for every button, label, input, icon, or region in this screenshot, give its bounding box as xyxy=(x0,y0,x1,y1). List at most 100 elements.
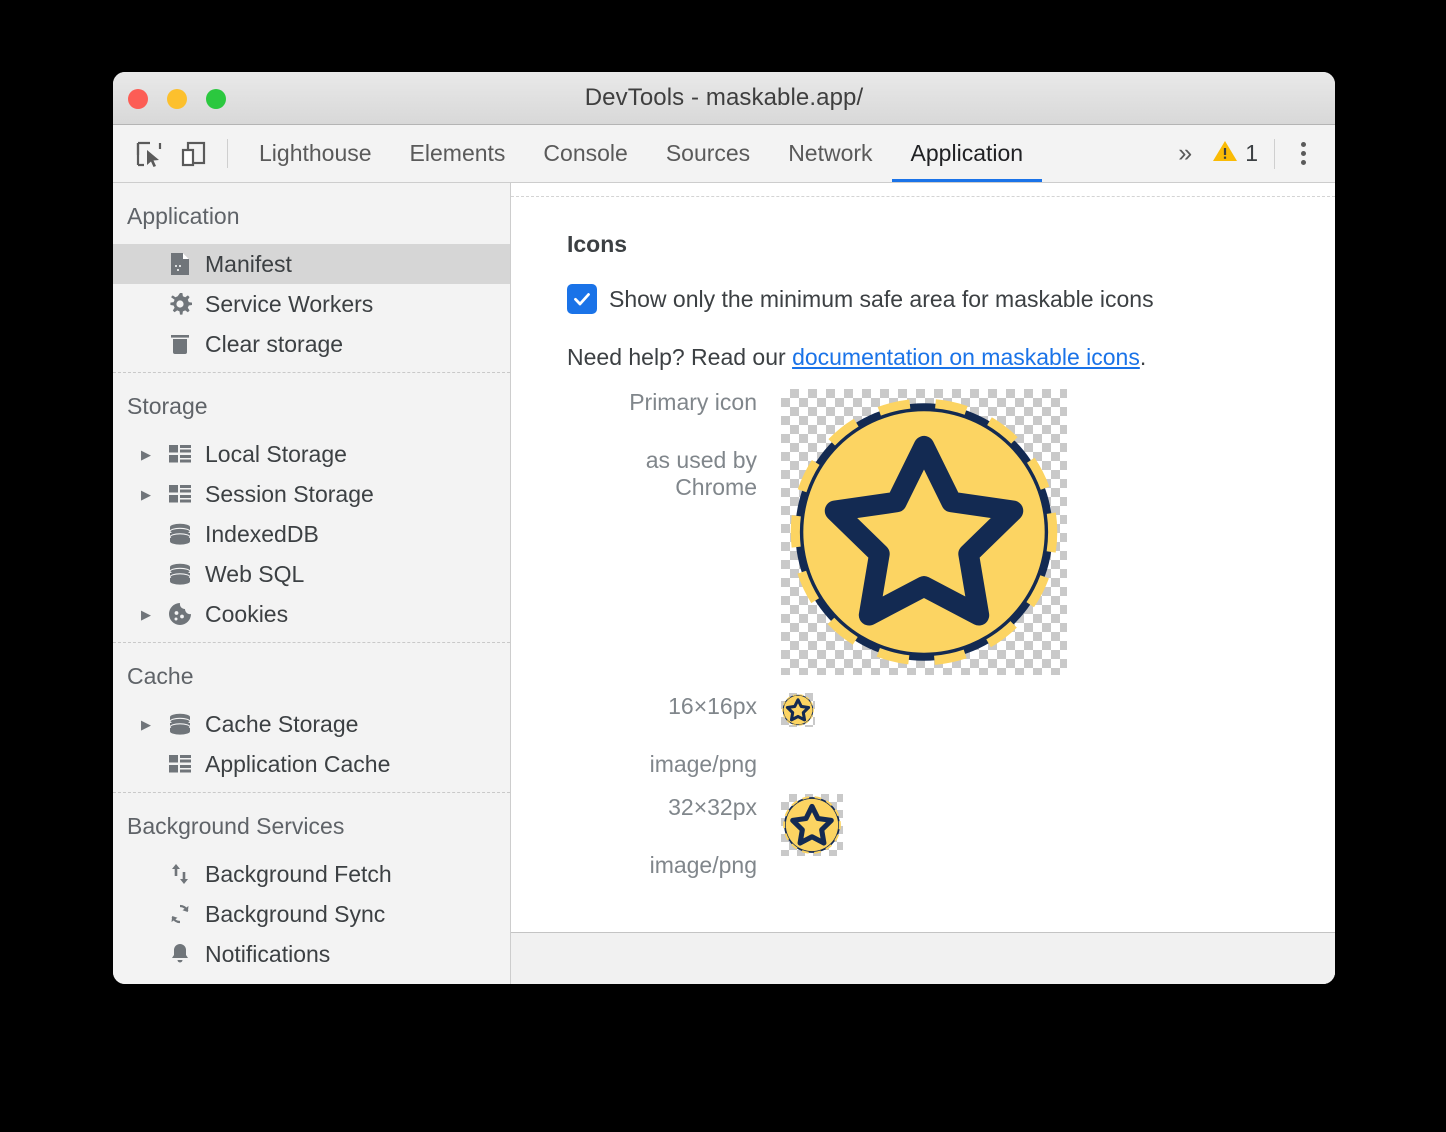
transparency-checkerboard xyxy=(781,693,815,727)
sidebar-item-manifest[interactable]: ▶ Manifest xyxy=(113,244,510,284)
sidebar-item-cache-storage[interactable]: ▶ Cache Stora xyxy=(113,704,510,744)
sidebar-section-storage: Storage ▶ xyxy=(113,373,510,642)
primary-icon-label-line1: Primary icon xyxy=(567,389,757,416)
sidebar-item-label: Background Fetch xyxy=(205,861,392,888)
transparency-checkerboard xyxy=(781,389,1067,675)
sidebar-item-label: Web SQL xyxy=(205,561,304,588)
sidebar-item-cookies[interactable]: ▶ Cookies xyxy=(113,594,510,634)
sync-icon xyxy=(167,902,193,926)
inspect-element-icon[interactable] xyxy=(127,125,171,182)
sidebar-item-background-sync[interactable]: ▶ Background Sync xyxy=(113,894,510,934)
close-window-button[interactable] xyxy=(128,89,148,109)
minimize-window-button[interactable] xyxy=(167,89,187,109)
check-icon xyxy=(572,289,592,309)
icon-16-preview xyxy=(781,693,815,727)
maskable-safe-area-label: Show only the minimum safe area for mask… xyxy=(609,286,1154,313)
warning-badge[interactable]: 1 xyxy=(1206,138,1268,169)
sidebar-item-label: Manifest xyxy=(205,251,292,278)
sidebar-item-application-cache[interactable]: ▶ Application Cache xyxy=(113,744,510,784)
updown-arrows-icon xyxy=(167,862,193,886)
bell-icon xyxy=(167,942,193,966)
window-titlebar: DevTools - maskable.app/ xyxy=(113,72,1335,125)
sidebar-header-application: Application xyxy=(113,183,510,244)
database-icon xyxy=(167,713,193,735)
warning-count: 1 xyxy=(1245,140,1258,167)
tab-elements[interactable]: Elements xyxy=(391,125,525,182)
sidebar-item-label: Background Sync xyxy=(205,901,385,928)
expand-arrow-icon[interactable]: ▶ xyxy=(141,448,155,461)
sidebar-item-label: Service Workers xyxy=(205,291,373,318)
expand-arrow-icon[interactable]: ▶ xyxy=(141,718,155,731)
sidebar-item-background-fetch[interactable]: ▶ Background Fetch xyxy=(113,854,510,894)
manifest-panel: Icons Show only the minimum safe area fo… xyxy=(511,183,1335,984)
page-title: Icons xyxy=(567,231,1335,258)
maskable-safe-area-checkbox-row[interactable]: Show only the minimum safe area for mask… xyxy=(567,284,1335,314)
maskable-safe-area-checkbox[interactable] xyxy=(567,284,597,314)
expand-arrow-icon[interactable]: ▶ xyxy=(141,488,155,501)
sidebar-item-label: Session Storage xyxy=(205,481,374,508)
sidebar-item-label: IndexedDB xyxy=(205,521,319,548)
tab-application[interactable]: Application xyxy=(892,125,1043,182)
gear-icon xyxy=(167,292,193,316)
primary-icon-row: Primary icon as used by Chrome xyxy=(567,389,1335,675)
tab-console[interactable]: Console xyxy=(524,125,646,182)
icon-32-mime: image/png xyxy=(567,852,757,879)
icon-32-row: 32×32px image/png xyxy=(567,794,1335,879)
sidebar-item-local-storage[interactable]: ▶ Local Storage xyxy=(113,434,510,474)
sidebar-section-application: Application ▶ Manifest xyxy=(113,183,510,372)
sidebar-section-cache: Cache ▶ xyxy=(113,643,510,792)
cookie-icon xyxy=(167,602,193,626)
transparency-checkerboard xyxy=(781,794,843,856)
maximize-window-button[interactable] xyxy=(206,89,226,109)
sidebar-item-clear-storage[interactable]: ▶ Clear storage xyxy=(113,324,510,364)
help-text: Need help? Read our documentation on mas… xyxy=(567,344,1335,371)
screenshot-root: DevTools - maskable.app/ Lighthouse xyxy=(0,0,1446,1132)
maskable-docs-link[interactable]: documentation on maskable icons xyxy=(792,344,1140,370)
tab-sources[interactable]: Sources xyxy=(647,125,769,182)
document-icon xyxy=(167,252,193,276)
sidebar-item-label: Clear storage xyxy=(205,331,343,358)
sidebar-item-session-storage[interactable]: ▶ Session Storage xyxy=(113,474,510,514)
maskable-star-icon xyxy=(781,389,1067,675)
icon-16-labels: 16×16px image/png xyxy=(567,693,781,778)
application-sidebar: Application ▶ Manifest xyxy=(113,183,511,984)
sidebar-item-notifications[interactable]: ▶ Notifications xyxy=(113,934,510,974)
device-toolbar-icon[interactable] xyxy=(171,125,215,182)
icon-16-size: 16×16px xyxy=(567,693,757,720)
panel-top-divider xyxy=(511,183,1335,197)
primary-icon-preview xyxy=(781,389,1067,675)
icon-16-mime: image/png xyxy=(567,751,757,778)
traffic-light-group xyxy=(128,72,226,125)
sidebar-item-label: Local Storage xyxy=(205,441,347,468)
sidebar-header-cache: Cache xyxy=(113,643,510,704)
manifest-content: Icons Show only the minimum safe area fo… xyxy=(511,197,1335,932)
tab-lighthouse[interactable]: Lighthouse xyxy=(240,125,391,182)
more-tabs-icon[interactable]: » xyxy=(1164,141,1206,166)
maskable-star-icon xyxy=(781,794,843,856)
database-icon xyxy=(167,523,193,545)
sidebar-item-label: Notifications xyxy=(205,941,330,968)
sidebar-item-label: Application Cache xyxy=(205,751,390,778)
devtools-body: Application ▶ Manifest xyxy=(113,183,1335,984)
trash-icon xyxy=(167,332,193,356)
devtools-toolbar: Lighthouse Elements Console Sources Netw… xyxy=(113,125,1335,183)
sidebar-item-indexeddb[interactable]: ▶ IndexedDB xyxy=(113,514,510,554)
table-icon xyxy=(167,754,193,774)
sidebar-section-background-services: Background Services ▶ Background Fetch xyxy=(113,793,510,982)
panel-footer-strip xyxy=(511,932,1335,984)
window-title: DevTools - maskable.app/ xyxy=(113,84,1335,112)
sidebar-item-label: Cookies xyxy=(205,601,288,628)
expand-arrow-icon[interactable]: ▶ xyxy=(141,608,155,621)
icon-32-preview xyxy=(781,794,843,856)
kebab-menu-icon[interactable] xyxy=(1281,142,1325,165)
sidebar-item-web-sql[interactable]: ▶ Web SQL xyxy=(113,554,510,594)
primary-icon-labels: Primary icon as used by Chrome xyxy=(567,389,781,501)
icon-32-size: 32×32px xyxy=(567,794,757,821)
tab-network[interactable]: Network xyxy=(769,125,891,182)
database-icon xyxy=(167,563,193,585)
icon-16-row: 16×16px image/png xyxy=(567,693,1335,778)
toolbar-right-group: » 1 xyxy=(1164,125,1335,182)
maskable-star-icon xyxy=(781,693,815,727)
sidebar-item-label: Cache Storage xyxy=(205,711,358,738)
sidebar-item-service-workers[interactable]: ▶ Service Workers xyxy=(113,284,510,324)
